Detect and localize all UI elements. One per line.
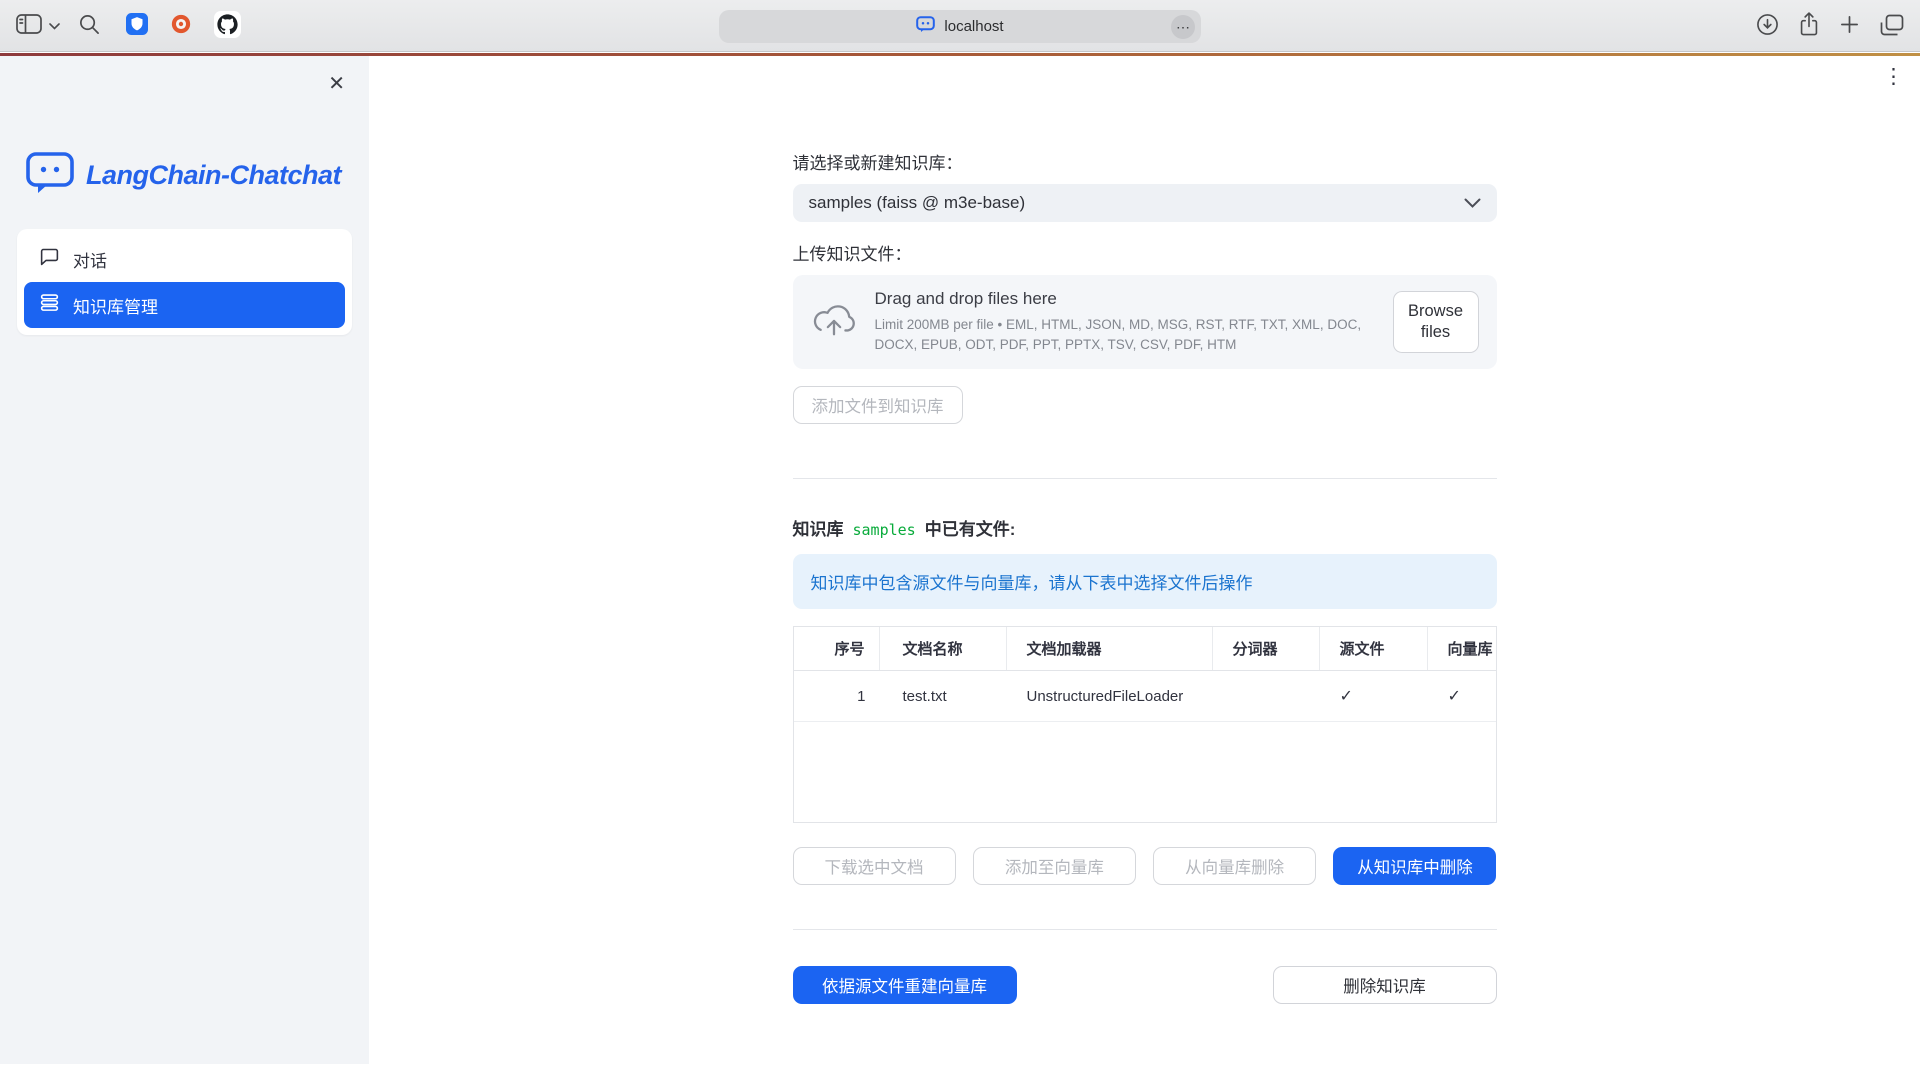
content-column: 请选择或新建知识库： samples (faiss @ m3e-base) 上传… (793, 56, 1497, 1004)
tab-overview-button[interactable] (1880, 14, 1904, 39)
plus-icon (1839, 14, 1860, 38)
col-header-index: 序号 (794, 627, 880, 670)
knowledge-base-icon (39, 292, 60, 318)
sidebar-item-label: 知识库管理 (73, 293, 158, 318)
remove-from-vector-store-button[interactable]: 从向量库删除 (1153, 847, 1316, 885)
extension-ring-button[interactable] (170, 13, 192, 38)
kb-select[interactable]: samples (faiss @ m3e-base) (793, 184, 1497, 222)
divider (793, 929, 1497, 930)
extension-shield-button[interactable] (126, 13, 148, 38)
browse-files-button[interactable]: Browse files (1393, 291, 1479, 353)
sidebar-toggle-icon (16, 14, 42, 37)
streamlit-decoration-bar (0, 53, 1920, 56)
blue-shield-extension-icon (126, 13, 148, 38)
sidebar-toggle-chevron-button[interactable] (49, 18, 60, 33)
sidebar-toggle-button[interactable] (16, 14, 42, 37)
delete-kb-button[interactable]: 删除知识库 (1273, 966, 1497, 1004)
table-empty-area (794, 722, 1496, 822)
col-header-doc-name: 文档名称 (880, 627, 1007, 670)
github-icon (214, 11, 241, 41)
cell-source-file-check: ✓ (1320, 671, 1428, 721)
divider (793, 478, 1497, 479)
add-files-to-kb-button[interactable]: 添加文件到知识库 (793, 386, 963, 424)
cell-index: 1 (794, 671, 880, 721)
table-header-row: 序号 文档名称 文档加载器 分词器 源文件 向量库 (794, 627, 1496, 671)
kb-name-code: samples (853, 521, 916, 539)
cell-splitter (1213, 671, 1320, 721)
download-selected-doc-button[interactable]: 下载选中文档 (793, 847, 956, 885)
page-options-button[interactable]: ⋯ (1171, 15, 1195, 39)
kb-files-table[interactable]: 序号 文档名称 文档加载器 分词器 源文件 向量库 1 test.txt Uns… (793, 626, 1497, 823)
chevron-down-icon (1464, 193, 1481, 213)
new-tab-button[interactable] (1839, 14, 1860, 38)
upload-cloud-icon (811, 301, 857, 344)
sidebar-item-knowledge-base[interactable]: 知识库管理 (24, 282, 345, 328)
address-url: localhost (944, 18, 1003, 35)
sidebar-item-dialogue[interactable]: 对话 (24, 236, 345, 282)
sidebar: ✕ LangChain-Chatchat 对话 知识库管理 (0, 56, 369, 1064)
kb-heading-prefix: 知识库 (793, 515, 844, 540)
col-header-loader: 文档加载器 (1007, 627, 1213, 670)
main-content: ⋮ 请选择或新建知识库： samples (faiss @ m3e-base) … (369, 56, 1920, 1080)
kb-select-label: 请选择或新建知识库： (793, 149, 1497, 174)
delete-from-kb-button[interactable]: 从知识库中删除 (1333, 847, 1496, 885)
share-button[interactable] (1799, 12, 1819, 40)
search-icon (78, 13, 100, 38)
rebuild-vector-store-button[interactable]: 依据源文件重建向量库 (793, 966, 1017, 1004)
info-text: 知识库中包含源文件与向量库，请从下表中选择文件后操作 (811, 569, 1253, 594)
kb-select-value: samples (faiss @ m3e-base) (809, 193, 1026, 213)
kb-heading-suffix: 中已有文件: (925, 515, 1016, 540)
dropzone-title: Drag and drop files here (875, 289, 1375, 309)
browser-toolbar: localhost ⋯ (0, 0, 1920, 52)
browser-search-button[interactable] (78, 13, 100, 38)
address-bar[interactable]: localhost ⋯ (719, 10, 1201, 43)
table-row[interactable]: 1 test.txt UnstructuredFileLoader ✓ ✓ (794, 671, 1496, 722)
sidebar-menu: 对话 知识库管理 (17, 229, 352, 335)
col-header-splitter: 分词器 (1213, 627, 1320, 670)
chevron-down-icon (49, 18, 60, 33)
kb-files-heading: 知识库 samples 中已有文件: (793, 515, 1497, 540)
file-action-buttons: 下载选中文档 添加至向量库 从向量库删除 从知识库中删除 (793, 847, 1497, 885)
info-alert: 知识库中包含源文件与向量库，请从下表中选择文件后操作 (793, 554, 1497, 609)
share-icon (1799, 12, 1819, 40)
file-dropzone[interactable]: Drag and drop files here Limit 200MB per… (793, 275, 1497, 369)
github-extension-button[interactable] (214, 11, 241, 41)
cell-vector-store-check: ✓ (1428, 671, 1496, 721)
logo-text: LangChain-Chatchat (86, 160, 341, 191)
dropzone-limit: Limit 200MB per file • EML, HTML, JSON, … (875, 315, 1375, 354)
tabs-icon (1880, 14, 1904, 39)
sidebar-close-button[interactable]: ✕ (328, 74, 345, 94)
logo-chat-icon (26, 152, 74, 199)
cell-loader: UnstructuredFileLoader (1007, 671, 1213, 721)
col-header-vector-store: 向量库 (1428, 627, 1496, 670)
downloads-button[interactable] (1756, 13, 1779, 39)
sidebar-item-label: 对话 (73, 247, 107, 272)
site-favicon (916, 16, 935, 38)
kb-bottom-buttons: 依据源文件重建向量库 删除知识库 (793, 966, 1497, 1004)
cell-doc-name: test.txt (880, 671, 1007, 721)
upload-label: 上传知识文件： (793, 240, 1497, 265)
download-icon (1756, 13, 1779, 39)
add-to-vector-store-button[interactable]: 添加至向量库 (973, 847, 1136, 885)
chat-bubble-icon (39, 246, 60, 272)
dropzone-text: Drag and drop files here Limit 200MB per… (875, 289, 1375, 354)
screen: { "browser": { "address": "localhost", "… (0, 0, 1920, 1080)
col-header-source-file: 源文件 (1320, 627, 1428, 670)
orange-ring-extension-icon (170, 13, 192, 38)
app-menu-button[interactable]: ⋮ (1883, 64, 1904, 89)
app-logo: LangChain-Chatchat (0, 56, 369, 199)
